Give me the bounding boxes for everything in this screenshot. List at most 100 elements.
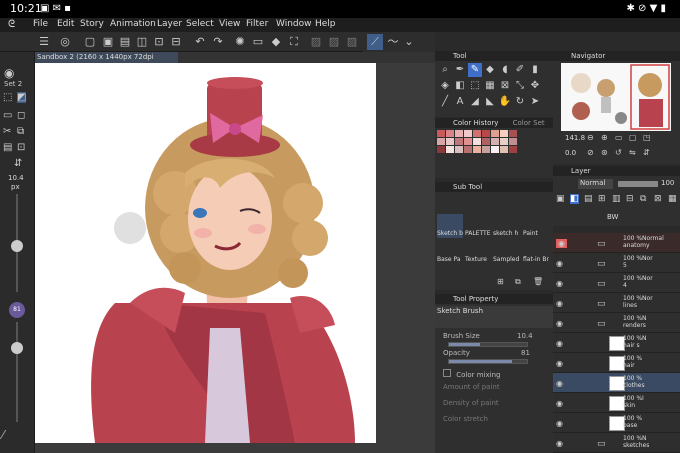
frame-tool-icon[interactable]: ▦ <box>483 79 497 93</box>
color-swatch[interactable] <box>500 130 508 137</box>
color-swatch[interactable] <box>482 146 490 153</box>
open-file-icon[interactable]: ▣ <box>100 34 116 50</box>
sub-tool-sketch-brush[interactable]: Sketch b <box>437 214 463 238</box>
layer-row[interactable]: ◉ ▭ 100 %Nor 4 <box>553 273 680 293</box>
layer-icon-6[interactable]: ⊟ <box>626 194 634 204</box>
menu-story[interactable]: Story <box>80 19 104 29</box>
set-label[interactable]: Set 2 <box>4 80 22 88</box>
color-swatch[interactable] <box>455 130 463 137</box>
eye-icon[interactable]: ◉ <box>556 299 563 308</box>
color-swatch[interactable] <box>455 146 463 153</box>
navigator-preview[interactable] <box>561 63 671 131</box>
decoration-tool-icon[interactable]: ◣ <box>483 95 497 109</box>
layer-row[interactable]: ◉ 100 % clothes <box>553 373 680 393</box>
eyedropper-icon[interactable]: ⁄ <box>2 428 4 442</box>
undo-icon[interactable]: ↶ <box>192 34 208 50</box>
layer-row[interactable]: ◉ ▭ 100 %Nor lines <box>553 293 680 313</box>
layer-icon-5[interactable]: ▥ <box>612 194 621 204</box>
layer-row[interactable]: ◉ ▭ 100 %Nor 5 <box>553 253 680 273</box>
flip-h-icon[interactable]: ⇋ <box>629 148 636 157</box>
color-mixing-checkbox[interactable] <box>443 369 451 377</box>
color-mixing-row[interactable]: Color mixing <box>443 369 551 379</box>
folder-icon[interactable]: ▭ <box>597 279 606 289</box>
sub-tool-flat-in[interactable]: flat-in Br <box>523 240 549 264</box>
color-swatch[interactable] <box>446 138 454 145</box>
layer-icon-7[interactable]: ⧉ <box>640 194 646 204</box>
reset-rotate-icon[interactable]: ↺ <box>615 148 622 157</box>
eye-icon[interactable]: ◉ <box>556 379 563 388</box>
layer-icon-1[interactable]: ▣ <box>556 194 565 204</box>
folder-icon[interactable]: ▭ <box>597 319 606 329</box>
layer-row[interactable]: ◉ 100 %N hair s <box>553 333 680 353</box>
color-swatch[interactable] <box>464 130 472 137</box>
color-swatch[interactable] <box>500 138 508 145</box>
airbrush-tool-icon[interactable]: ✐ <box>513 63 527 77</box>
zoom-tool-icon[interactable]: ⌕ <box>438 63 452 77</box>
copy-icon[interactable]: ⧉ <box>17 126 24 137</box>
gradient-tool-icon[interactable]: ◧ <box>453 79 467 93</box>
color-swatch[interactable] <box>473 146 481 153</box>
clear-icon[interactable]: ⊡ <box>17 142 25 153</box>
color-swatch[interactable] <box>491 146 499 153</box>
eye-icon[interactable]: ◉ <box>556 319 563 328</box>
scroll-down-icon[interactable]: ⌄ <box>403 34 415 50</box>
eye-icon[interactable]: ◉ <box>556 359 563 368</box>
hamburger-icon[interactable]: ☰ <box>36 34 52 50</box>
color-swatch[interactable] <box>491 138 499 145</box>
color-swatch[interactable] <box>464 138 472 145</box>
brush-tool-icon[interactable]: ◩ <box>17 92 27 103</box>
color-history-title[interactable]: Color History <box>453 119 498 127</box>
menu-animation[interactable]: Animation <box>110 19 156 29</box>
copy-subtool-icon[interactable]: ⧉ <box>515 277 521 287</box>
layer-icon-4[interactable]: ⊞ <box>598 194 606 204</box>
opacity-slider-thumb[interactable] <box>11 342 23 354</box>
color-swatch[interactable] <box>446 130 454 137</box>
operation-tool-icon[interactable]: ➤ <box>528 95 542 109</box>
fill-screen-icon[interactable]: ◳ <box>643 133 651 142</box>
clip-icon[interactable]: ◫ <box>134 34 150 50</box>
eye-icon[interactable]: ◉ <box>556 259 563 268</box>
correct-line-icon[interactable]: ⤡ <box>513 79 527 93</box>
color-swatch[interactable] <box>509 146 517 153</box>
color-swatch[interactable] <box>464 146 472 153</box>
zoom-in-icon[interactable]: ⊕ <box>601 133 608 142</box>
color-swatch[interactable] <box>437 130 445 137</box>
color-swatch[interactable] <box>437 138 445 145</box>
export-icon[interactable]: ⊟ <box>168 34 184 50</box>
color-swatch[interactable] <box>473 130 481 137</box>
opacity-slider-track[interactable] <box>16 322 18 422</box>
folder-icon[interactable]: ▭ <box>597 239 606 249</box>
delete-subtool-icon[interactable]: 🗑 <box>533 277 543 286</box>
color-swatch[interactable] <box>446 146 454 153</box>
line-tool-icon[interactable]: ╱ <box>438 95 452 109</box>
folder-icon[interactable]: ▭ <box>597 299 606 309</box>
color-swatch[interactable] <box>509 130 517 137</box>
color-swatch[interactable] <box>455 138 463 145</box>
layer-icon-8[interactable]: ⊠ <box>654 194 662 204</box>
drawing-canvas[interactable] <box>35 63 376 443</box>
zoom-out-icon[interactable]: ⊖ <box>587 133 594 142</box>
brush-size-slider[interactable] <box>448 342 528 347</box>
layer-row[interactable]: ◉ ▭ 100 %N sketches <box>553 433 680 453</box>
line-correction-icon[interactable]: ⟋ <box>367 34 383 50</box>
flip-v-icon[interactable]: ⇵ <box>643 148 650 157</box>
fill-tool-icon[interactable]: ◈ <box>438 79 452 93</box>
eye-icon[interactable]: ◉ <box>556 399 563 408</box>
transform-icon[interactable]: ⛶ <box>286 34 302 50</box>
menu-select[interactable]: Select <box>186 19 214 29</box>
size-slider-thumb[interactable] <box>11 240 23 252</box>
menu-help[interactable]: Help <box>315 19 336 29</box>
add-subtool-icon[interactable]: ⊞ <box>497 277 504 286</box>
color-swatch[interactable] <box>473 138 481 145</box>
move-tool-icon[interactable]: ✥ <box>528 79 542 93</box>
eye-icon[interactable]: ◉ <box>556 239 567 248</box>
layer-icon-3[interactable]: ▤ <box>584 194 593 204</box>
color-swatch[interactable] <box>482 138 490 145</box>
paste-icon[interactable]: ▤ <box>3 142 12 153</box>
opacity-slider[interactable] <box>448 359 528 364</box>
menu-filter[interactable]: Filter <box>246 19 268 29</box>
brush-tool-active-icon[interactable]: ✎ <box>468 63 482 77</box>
ruler-tool-icon[interactable]: ⊠ <box>498 79 512 93</box>
actual-size-icon[interactable]: ▢ <box>629 133 637 142</box>
adjust-icon[interactable]: ⇵ <box>14 158 22 169</box>
